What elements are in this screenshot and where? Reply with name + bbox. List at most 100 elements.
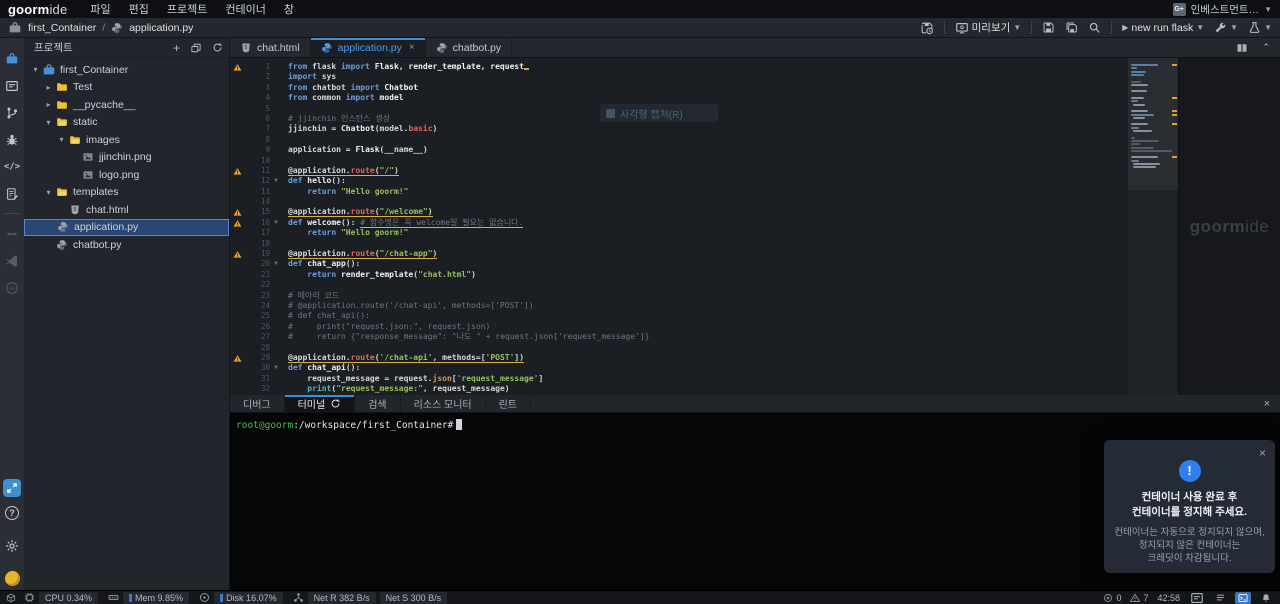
fold-icon[interactable]: ▼ [270,259,282,269]
code-line-20[interactable]: 20▼def chat_app(): [230,259,1178,269]
code-line-17[interactable]: 17 return "Hello goorm!" [230,228,1178,238]
tree-item-jjinchin.png[interactable]: jjinchin.png [24,149,229,167]
code-line-23[interactable]: 23# 메아리 코드 [230,291,1178,301]
code-line-27[interactable]: 27# return {"response_message": "나도 " + … [230,332,1178,342]
panel-tab-디버그[interactable]: 디버그 [230,395,285,412]
tree-item-logo.png[interactable]: logo.png [24,166,229,184]
preview-button[interactable]: 미리보기▼ [955,20,1022,35]
tree-item-Test[interactable]: ▸Test [24,79,229,97]
tree-item-application.py[interactable]: application.py [24,219,229,237]
menu-편집[interactable]: 편집 [120,1,158,17]
build-tools-dropdown[interactable]: ▼ [1214,21,1238,34]
chevron-down-icon[interactable]: ▾ [30,65,41,74]
code-line-30[interactable]: 30▼def chat_api(): [230,363,1178,373]
tab-chat.html[interactable]: 5chat.html [230,38,311,57]
code-line-13[interactable]: 13 return "Hello goorm!" [230,187,1178,197]
menu-파일[interactable]: 파일 [81,1,119,17]
activity-panel[interactable] [0,72,24,99]
code-line-2[interactable]: 2import sys [230,72,1178,82]
credit-coin-icon[interactable] [5,571,20,586]
code-line-15[interactable]: 15@application.route("/welcome") [230,207,1178,217]
tree-item-chat.html[interactable]: 5chat.html [24,201,229,219]
code-line-14[interactable]: 14 [230,197,1178,207]
code-line-3[interactable]: 3from chatbot import Chatbot [230,83,1178,93]
test-tools-dropdown[interactable]: ▼ [1248,21,1272,34]
activity-git-branch[interactable] [0,99,24,126]
tree-item-chatbot.py[interactable]: chatbot.py [24,236,229,254]
code-line-32[interactable]: 32 print("request_message:", request_mes… [230,384,1178,394]
panel-tab-검색[interactable]: 검색 [355,395,400,412]
code-line-8[interactable]: 8 [230,135,1178,145]
activity-jupyter[interactable] [0,220,24,247]
menu-프로젝트[interactable]: 프로젝트 [158,1,216,17]
search-button[interactable] [1088,21,1101,34]
collapse-panel-icon[interactable]: ⌃ [1262,42,1270,53]
minimap[interactable] [1128,58,1178,395]
code-line-28[interactable]: 28 [230,343,1178,353]
chevron-down-icon[interactable]: ▾ [56,135,67,144]
code-line-9[interactable]: 9application = Flask(__name__) [230,145,1178,155]
menu-창[interactable]: 창 [275,1,303,17]
panel-tab-리소스 모니터[interactable]: 리소스 모니터 [401,395,486,412]
statusbar-panel-button[interactable] [1189,592,1205,604]
code-line-16[interactable]: 16▼def welcome(): # 함수명은 꼭 welcome일 필요는 … [230,218,1178,228]
code-line-29[interactable]: 29@application.route('/chat-api', method… [230,353,1178,363]
warning-count[interactable]: 7 [1130,593,1148,603]
tree-item-first_Container[interactable]: ▾first_Container [24,61,229,79]
activity-vscode[interactable] [0,247,24,274]
settings-gear-button[interactable] [0,532,24,559]
close-tab-icon[interactable]: × [409,42,415,53]
new-file-button[interactable]: + [173,41,180,55]
save-button[interactable] [1042,21,1055,34]
statusbar-list-button[interactable] [1212,592,1228,604]
menu-컨테이너[interactable]: 컨테이너 [216,1,274,17]
statusbar-terminal-button[interactable] [1235,592,1251,604]
tree-item-__pycache__[interactable]: ▸__pycache__ [24,96,229,114]
code-line-21[interactable]: 21 return render_template("chat.html") [230,270,1178,280]
close-panel-icon[interactable]: × [1254,395,1280,412]
code-line-25[interactable]: 25# def chat_api(): [230,311,1178,321]
fold-icon[interactable]: ▼ [270,218,282,228]
code-line-19[interactable]: 19@application.route("/chat-app") [230,249,1178,259]
error-count[interactable]: 0 [1103,593,1121,603]
chevron-down-icon[interactable]: ▾ [43,188,54,197]
expand-button[interactable] [3,479,21,497]
fold-icon[interactable]: ▼ [270,363,282,373]
terminal[interactable]: root@goorm:/workspace/first_Container# [230,413,1280,437]
panel-tab-린트[interactable]: 린트 [486,395,531,412]
activity-lint[interactable] [0,180,24,207]
code-line-1[interactable]: 1from flask import Flask, render_templat… [230,62,1178,72]
account-widget[interactable]: G+ 인베스트먼트… ▼ [1173,2,1272,17]
tree-item-images[interactable]: ▾images [24,131,229,149]
code-line-10[interactable]: 10 [230,156,1178,166]
tab-application.py[interactable]: application.py× [311,38,426,57]
code-line-12[interactable]: 12▼def hello(): [230,176,1178,186]
tab-chatbot.py[interactable]: chatbot.py [426,38,512,57]
chevron-down-icon[interactable]: ▾ [43,118,54,127]
activity-briefcase[interactable] [0,45,24,72]
activity-lab[interactable]: lab [0,274,24,301]
save-all-button[interactable] [1065,21,1078,34]
breadcrumb-project[interactable]: first_Container [28,22,96,34]
refresh-tree-button[interactable] [212,42,223,53]
history-save-button[interactable] [920,21,934,35]
code-line-18[interactable]: 18 [230,239,1178,249]
tree-item-templates[interactable]: ▾templates [24,184,229,202]
code-line-22[interactable]: 22 [230,280,1178,290]
help-button[interactable]: ? [5,506,19,520]
code-line-26[interactable]: 26# print("request.json:", request.json) [230,322,1178,332]
run-command-dropdown[interactable]: ▶new run flask▼ [1122,22,1204,34]
breadcrumb-file[interactable]: application.py [129,22,193,34]
code-line-11[interactable]: 11@application.route("/") [230,166,1178,176]
code-line-4[interactable]: 4from common import model [230,93,1178,103]
activity-code[interactable]: </> [0,153,24,180]
panel-tab-터미널[interactable]: 터미널 [285,395,356,412]
activity-bug[interactable] [0,126,24,153]
fold-icon[interactable]: ▼ [270,176,282,186]
code-line-7[interactable]: 7jjinchin = Chatbot(model.basic) [230,124,1178,134]
chevron-right-icon[interactable]: ▸ [43,100,54,109]
chevron-right-icon[interactable]: ▸ [43,83,54,92]
split-editor-icon[interactable] [1234,42,1250,54]
tree-item-static[interactable]: ▾static [24,114,229,132]
close-icon[interactable]: × [1259,446,1266,460]
